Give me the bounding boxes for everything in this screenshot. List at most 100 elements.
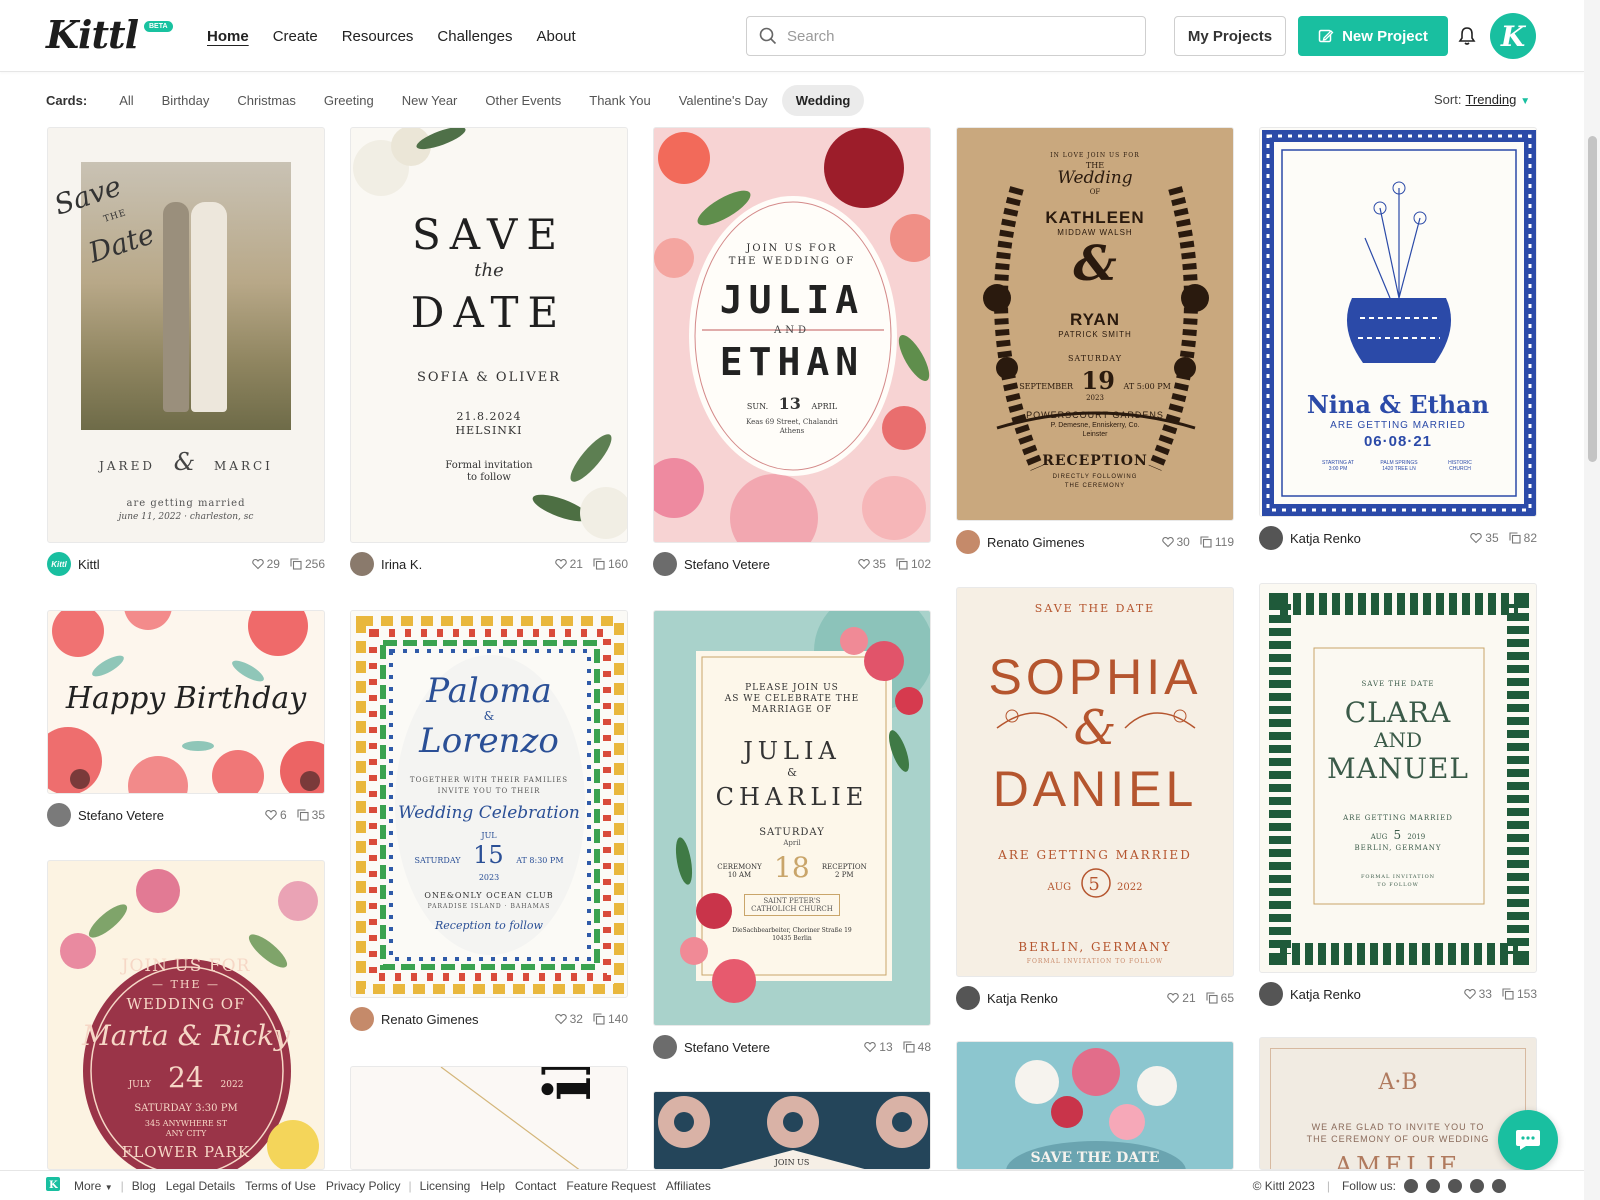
twitter-icon[interactable] xyxy=(1492,1179,1506,1193)
nav-resources[interactable]: Resources xyxy=(342,28,414,45)
bell-icon[interactable] xyxy=(1458,26,1476,46)
author-avatar[interactable] xyxy=(47,803,71,827)
author-avatar[interactable] xyxy=(1259,982,1283,1006)
template-card[interactable]: PLEASE JOIN US AS WE CELEBRATE THE MARRI… xyxy=(653,610,931,1060)
template-card[interactable]: SAVE THE DATE xyxy=(956,1041,1234,1170)
footer-link-privacy[interactable]: Privacy Policy xyxy=(326,1179,401,1193)
card-thumbnail[interactable]: SAVE THE DATE xyxy=(956,1041,1234,1170)
likes-count[interactable]: 21 xyxy=(1167,991,1196,1005)
template-card[interactable]: SAVE the DATE SOFIA & OLIVER 21.8.2024 H… xyxy=(350,127,628,577)
likes-count[interactable]: 32 xyxy=(554,1012,583,1026)
template-card[interactable]: Happy Birthday Stefano Vetere 6 35 xyxy=(47,610,325,828)
likes-count[interactable]: 30 xyxy=(1161,535,1190,549)
kittl-logo[interactable]: Kittl xyxy=(46,12,139,57)
likes-count[interactable]: 35 xyxy=(1470,531,1499,545)
card-thumbnail[interactable]: SAVE THE DATE CLARA AND MANUEL ARE GETTI… xyxy=(1259,583,1537,973)
footer-link-licensing[interactable]: Licensing xyxy=(420,1179,471,1193)
copies-count[interactable]: 256 xyxy=(290,557,325,571)
my-projects-button[interactable]: My Projects xyxy=(1174,16,1286,56)
more-menu[interactable]: More ▼ xyxy=(74,1179,113,1193)
author-avatar[interactable] xyxy=(350,552,374,576)
card-thumbnail[interactable]: Save THE Date JARED & MARCI are getting … xyxy=(47,127,325,543)
likes-count[interactable]: 29 xyxy=(251,557,280,571)
footer-link-affiliates[interactable]: Affiliates xyxy=(666,1179,711,1193)
template-card[interactable]: SAVE THE DATE CLARA AND MANUEL ARE GETTI… xyxy=(1259,583,1537,1007)
copies-count[interactable]: 140 xyxy=(593,1012,628,1026)
template-card[interactable]: JOIN US FOR — THE — WEDDING OF Marta & R… xyxy=(47,860,325,1170)
kittl-mini-logo[interactable]: K xyxy=(46,1177,60,1194)
template-card[interactable]: ike xyxy=(350,1066,628,1170)
footer-link-feature-request[interactable]: Feature Request xyxy=(566,1179,655,1193)
copies-count[interactable]: 153 xyxy=(1502,987,1537,1001)
author-name[interactable]: Stefano Vetere xyxy=(684,557,848,572)
card-thumbnail[interactable]: JOIN US FOR THE WEDDING OF JULIA AND ETH… xyxy=(653,127,931,543)
chip-greeting[interactable]: Greeting xyxy=(310,85,388,116)
author-name[interactable]: Renato Gimenes xyxy=(987,535,1152,550)
author-name[interactable]: Renato Gimenes xyxy=(381,1012,545,1027)
footer-link-terms[interactable]: Terms of Use xyxy=(245,1179,316,1193)
card-thumbnail[interactable]: Happy Birthday xyxy=(47,610,325,794)
card-thumbnail[interactable]: JOIN US xyxy=(653,1091,931,1170)
card-thumbnail[interactable]: JOIN US FOR — THE — WEDDING OF Marta & R… xyxy=(47,860,325,1170)
instagram-icon[interactable] xyxy=(1448,1179,1462,1193)
author-name[interactable]: Irina K. xyxy=(381,557,545,572)
footer-link-legal[interactable]: Legal Details xyxy=(166,1179,235,1193)
author-name[interactable]: Katja Renko xyxy=(987,991,1157,1006)
copies-count[interactable]: 65 xyxy=(1206,991,1234,1005)
copies-count[interactable]: 160 xyxy=(593,557,628,571)
nav-create[interactable]: Create xyxy=(273,28,318,45)
template-card[interactable]: JOIN US FOR THE WEDDING OF JULIA AND ETH… xyxy=(653,127,931,577)
chip-christmas[interactable]: Christmas xyxy=(223,85,310,116)
author-name[interactable]: Katja Renko xyxy=(1290,987,1454,1002)
template-card[interactable]: Paloma & Lorenzo TOGETHER WITH THEIR FAM… xyxy=(350,610,628,1032)
template-card[interactable]: SAVE THE DATE SOPHIA & DANIEL ARE GETTIN… xyxy=(956,587,1234,1011)
user-avatar[interactable]: K xyxy=(1490,13,1536,59)
nav-about[interactable]: About xyxy=(536,28,575,45)
youtube-icon[interactable] xyxy=(1426,1179,1440,1193)
sort-value[interactable]: Trending xyxy=(1465,92,1516,107)
footer-link-blog[interactable]: Blog xyxy=(132,1179,156,1193)
chip-other-events[interactable]: Other Events xyxy=(471,85,575,116)
copies-count[interactable]: 82 xyxy=(1509,531,1537,545)
chip-wedding[interactable]: Wedding xyxy=(781,84,865,116)
search-input[interactable] xyxy=(787,27,1127,45)
chip-thank-you[interactable]: Thank You xyxy=(575,85,664,116)
nav-challenges[interactable]: Challenges xyxy=(437,28,512,45)
footer-link-contact[interactable]: Contact xyxy=(515,1179,556,1193)
likes-count[interactable]: 33 xyxy=(1463,987,1492,1001)
author-avatar[interactable] xyxy=(956,530,980,554)
chat-button[interactable] xyxy=(1498,1110,1558,1170)
likes-count[interactable]: 35 xyxy=(857,557,886,571)
template-card[interactable]: Save THE Date JARED & MARCI are getting … xyxy=(47,127,325,577)
chip-birthday[interactable]: Birthday xyxy=(148,85,224,116)
footer-link-help[interactable]: Help xyxy=(480,1179,505,1193)
copies-count[interactable]: 35 xyxy=(297,808,325,822)
facebook-icon[interactable] xyxy=(1404,1179,1418,1193)
copies-count[interactable]: 119 xyxy=(1200,535,1234,549)
likes-count[interactable]: 13 xyxy=(864,1040,893,1054)
chip-all[interactable]: All xyxy=(105,85,147,116)
template-card[interactable]: JOIN US xyxy=(653,1091,931,1170)
author-name[interactable]: Stefano Vetere xyxy=(684,1040,854,1055)
card-thumbnail[interactable]: A·B WE ARE GLAD TO INVITE YOU TO THE CER… xyxy=(1259,1037,1537,1170)
card-thumbnail[interactable]: SAVE the DATE SOFIA & OLIVER 21.8.2024 H… xyxy=(350,127,628,543)
template-card[interactable]: A·B WE ARE GLAD TO INVITE YOU TO THE CER… xyxy=(1259,1037,1537,1170)
author-name[interactable]: Kittl xyxy=(78,557,242,572)
card-thumbnail[interactable]: IN LOVE JOIN US FOR THE Wedding OF KATHL… xyxy=(956,127,1234,521)
likes-count[interactable]: 6 xyxy=(265,808,287,822)
search-box[interactable] xyxy=(746,16,1146,56)
copies-count[interactable]: 102 xyxy=(896,557,931,571)
card-thumbnail[interactable]: PLEASE JOIN US AS WE CELEBRATE THE MARRI… xyxy=(653,610,931,1026)
author-avatar[interactable]: Kittl xyxy=(47,552,71,576)
template-card[interactable]: IN LOVE JOIN US FOR THE Wedding OF KATHL… xyxy=(956,127,1234,555)
template-card[interactable]: Nina & Ethan ARE GETTING MARRIED 06·08·2… xyxy=(1259,127,1537,551)
nav-home[interactable]: Home xyxy=(207,28,249,45)
author-name[interactable]: Katja Renko xyxy=(1290,531,1460,546)
card-thumbnail[interactable]: Nina & Ethan ARE GETTING MARRIED 06·08·2… xyxy=(1259,127,1537,517)
pinterest-icon[interactable] xyxy=(1470,1179,1484,1193)
author-avatar[interactable] xyxy=(653,552,677,576)
chip-new-year[interactable]: New Year xyxy=(388,85,472,116)
card-thumbnail[interactable]: SAVE THE DATE SOPHIA & DANIEL ARE GETTIN… xyxy=(956,587,1234,977)
author-avatar[interactable] xyxy=(1259,526,1283,550)
new-project-button[interactable]: New Project xyxy=(1298,16,1448,56)
